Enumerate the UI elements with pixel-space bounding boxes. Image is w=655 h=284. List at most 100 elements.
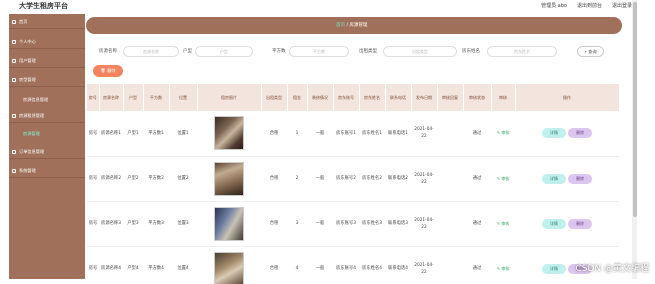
sidebar-item-label: 订单信息管理 — [19, 149, 44, 154]
audit-link[interactable]: ✎ 审核 — [497, 176, 510, 181]
col-header[interactable]: 房号 — [87, 84, 99, 111]
cell-status: 通过 — [463, 111, 491, 156]
area-input[interactable]: 平方数 — [289, 46, 349, 57]
col-header[interactable]: 房东账号 — [333, 84, 359, 111]
sidebar-item-rental[interactable]: 房源租赁管理 — [9, 110, 85, 123]
breadcrumb-bar: 首页 / 房源管理 — [86, 17, 622, 34]
cell-owner-name: 房东姓名2 — [359, 156, 385, 201]
main-content: 首页 / 房源管理 房源名称 房源名称 户型 户型 平方数 平方数 出租类型 出… — [85, 14, 631, 279]
sidebar-item-orders[interactable]: 订单信息管理 — [9, 146, 85, 159]
cell-date: 2021-04-22 — [411, 111, 437, 156]
cell-name: 房源名称2 — [99, 156, 123, 201]
app-title: 大学生租房平台 — [19, 1, 68, 11]
house-name-input[interactable]: 房源名称 — [123, 46, 179, 57]
audit-link[interactable]: ✎ 审核 — [497, 221, 510, 226]
col-header[interactable]: 房源名称 — [99, 84, 123, 111]
col-header[interactable]: 位置 — [169, 84, 197, 111]
cell-type: 户型4 — [123, 246, 143, 284]
sidebar-item-label: 用户管理 — [19, 58, 36, 63]
house-table: 房号 房源名称 户型 平方数 位置 租房图片 出租类型 租金 装修情况 房东账号… — [87, 84, 619, 284]
sidebar-item-users[interactable]: 用户管理 — [9, 55, 85, 68]
cell-image — [197, 111, 261, 156]
cell-area: 平方数2 — [143, 156, 169, 201]
col-header[interactable]: 户型 — [123, 84, 143, 111]
exit-frontend-link[interactable]: 退出到前台 — [577, 2, 602, 9]
col-header[interactable]: 审核回复 — [437, 84, 463, 111]
col-header[interactable]: 平方数 — [143, 84, 169, 111]
gear-icon — [12, 169, 16, 173]
sidebar-item-room-types[interactable]: 房型管理 — [9, 74, 85, 87]
cell-location: 位置1 — [169, 111, 197, 156]
cell-type: 户型2 — [123, 156, 143, 201]
logout-link[interactable]: 退出登录 — [612, 2, 632, 9]
house-photo[interactable] — [214, 162, 244, 196]
cell-owner-account: 房东账号4 — [333, 246, 359, 284]
cell-owner-account: 房东账号1 — [333, 111, 359, 156]
owner-name-input[interactable]: 房东姓名 — [487, 46, 557, 57]
cell-date: 2021-04-22 — [411, 201, 437, 246]
detail-button[interactable]: 详情 — [542, 174, 566, 184]
rent-type-label: 出租类型 — [359, 48, 377, 54]
cell-rent-type: 合租 — [261, 156, 287, 201]
sidebar-sub-house-info[interactable]: 房源信息管理 — [9, 94, 85, 105]
detail-button[interactable]: 详情 — [542, 128, 566, 138]
col-header[interactable]: 联系电话 — [385, 84, 411, 111]
page-scrollbar[interactable] — [632, 0, 637, 279]
cell-reply — [437, 201, 463, 246]
detail-button[interactable]: 详情 — [542, 264, 566, 274]
cell-actions: 详情删除 — [515, 156, 619, 201]
audit-link[interactable]: ✎ 审核 — [497, 130, 510, 135]
audit-label: 审核 — [501, 221, 509, 226]
col-header[interactable]: 审核 — [491, 84, 515, 111]
cell-rent: 4 — [287, 246, 307, 284]
home-icon — [12, 20, 16, 24]
audit-link[interactable]: ✎ 审核 — [497, 266, 510, 271]
search-button[interactable]: ⌕ 查询 — [577, 46, 604, 57]
cell-status: 通过 — [463, 201, 491, 246]
cell-phone: 联系电话1 — [385, 111, 411, 156]
scrollbar-thumb[interactable] — [633, 2, 637, 217]
col-header[interactable]: 出租类型 — [261, 84, 287, 111]
detail-button[interactable]: 详情 — [542, 219, 566, 229]
cell-name: 房源名称3 — [99, 201, 123, 246]
sidebar-item-label: 房源租赁管理 — [19, 113, 44, 118]
cell-decoration: 一般 — [307, 246, 333, 284]
cell-area: 平方数3 — [143, 201, 169, 246]
cell-no: 房号 — [87, 246, 99, 284]
rent-type-select[interactable]: 出租类型 — [383, 46, 457, 57]
col-header[interactable]: 装修情况 — [307, 84, 333, 111]
admin-label: 管理员 abo — [541, 2, 567, 9]
delete-button[interactable]: 删除 — [568, 219, 592, 229]
cell-location: 位置2 — [169, 156, 197, 201]
delete-button[interactable]: 删除 — [568, 128, 592, 138]
top-right-links: 管理员 abo 退出到前台 退出登录 — [541, 2, 632, 9]
cell-location: 位置4 — [169, 246, 197, 284]
col-header[interactable]: 发布日期 — [411, 84, 437, 111]
col-header[interactable]: 房东姓名 — [359, 84, 385, 111]
layout-input[interactable]: 户型 — [195, 46, 253, 57]
cell-actions: 详情删除 — [515, 111, 619, 156]
sidebar-item-home[interactable]: 首页 — [9, 16, 85, 29]
breadcrumb-current: 房源管理 — [349, 23, 367, 28]
col-header[interactable]: 租金 — [287, 84, 307, 111]
cell-phone: 联系电话3 — [385, 201, 411, 246]
house-photo[interactable] — [214, 252, 244, 284]
audit-label: 审核 — [501, 176, 509, 181]
breadcrumb-home[interactable]: 首页 — [336, 23, 345, 28]
audit-label: 审核 — [501, 266, 509, 271]
cell-status: 通过 — [463, 156, 491, 201]
delete-button[interactable]: 删除 — [568, 174, 592, 184]
col-header[interactable]: 审核状态 — [463, 84, 491, 111]
house-photo[interactable] — [214, 207, 244, 241]
cell-rent-type: 合租 — [261, 201, 287, 246]
cell-audit: ✎ 审核 — [491, 246, 515, 284]
sidebar-item-profile[interactable]: 个人中心 — [9, 36, 85, 49]
batch-delete-button[interactable]: 🗑 删除 — [93, 65, 123, 77]
house-photo[interactable] — [214, 116, 244, 150]
sidebar-item-system[interactable]: 系统管理 — [9, 165, 85, 178]
cell-audit: ✎ 审核 — [491, 156, 515, 201]
sidebar-sub-house-manage[interactable]: 房源管理 — [9, 128, 85, 139]
top-bar: 大学生租房平台 管理员 abo 退出到前台 退出登录 — [0, 0, 632, 13]
col-header[interactable]: 租房图片 — [197, 84, 261, 111]
cell-reply — [437, 246, 463, 284]
